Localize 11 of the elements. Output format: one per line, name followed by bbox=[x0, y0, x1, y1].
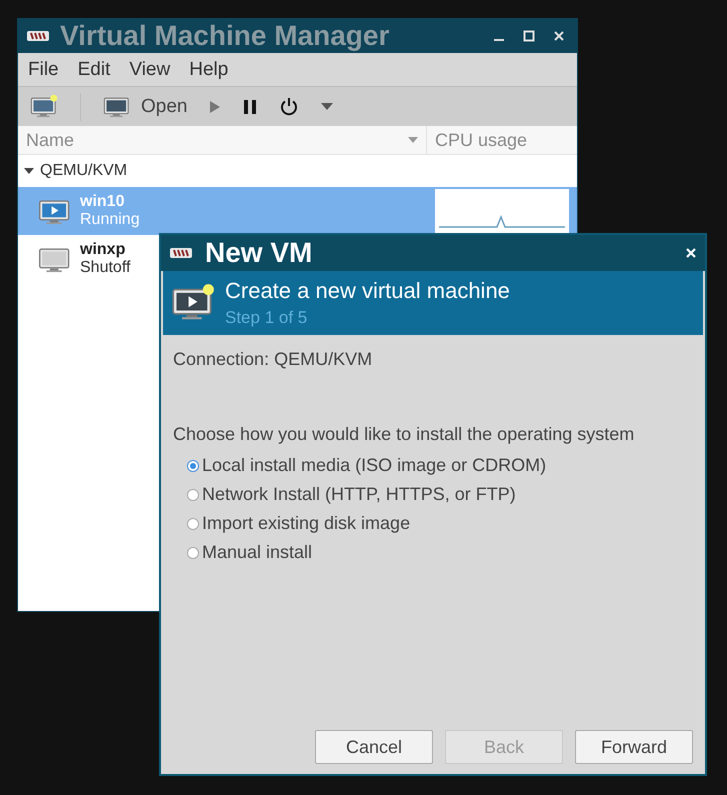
vm-name: winxp bbox=[80, 241, 126, 259]
install-prompt: Choose how you would like to install the operating system bbox=[173, 424, 636, 445]
step-label: Step 1 of 5 bbox=[225, 308, 308, 328]
vm-status: Shutoff bbox=[80, 259, 130, 277]
connection-label: QEMU/KVM bbox=[40, 162, 128, 180]
window-title: Virtual Machine Manager bbox=[60, 20, 390, 52]
connection-label: Connection: QEMU/KVM bbox=[173, 349, 374, 370]
vm-name: win10 bbox=[80, 193, 126, 211]
header-title: Create a new virtual machine bbox=[225, 278, 510, 304]
dialog-title: New VM bbox=[205, 237, 314, 269]
vm-status: Running bbox=[80, 211, 140, 229]
